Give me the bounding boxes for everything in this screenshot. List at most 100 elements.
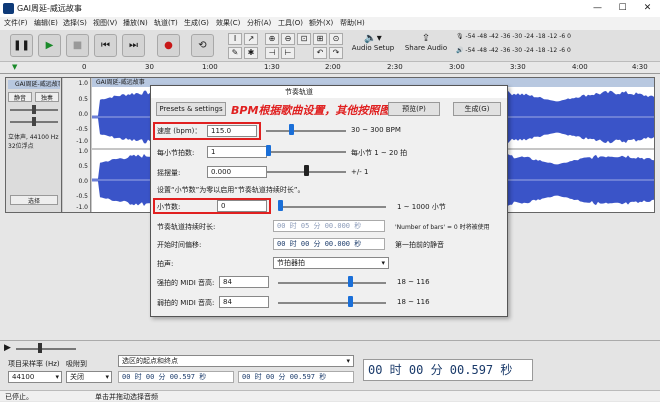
menu-transport[interactable]: 播放(N) bbox=[123, 18, 148, 28]
scale-label: -0.5 bbox=[76, 126, 88, 133]
selection-end-input[interactable]: 00 时 00 分 00.597 秒 bbox=[238, 371, 354, 383]
menu-generate[interactable]: 生成(G) bbox=[184, 18, 209, 28]
snap-value: 关闭 bbox=[70, 373, 84, 381]
swing-slider-thumb[interactable] bbox=[303, 165, 309, 176]
timeline-ruler[interactable]: ▼ 0 30 1:00 1:30 2:00 2:30 3:00 3:30 4:0… bbox=[0, 62, 660, 74]
duration-input[interactable]: 00 时 05 分 00.000 秒 bbox=[273, 220, 385, 232]
skip-end-button[interactable]: ⏭ bbox=[122, 34, 145, 57]
menu-file[interactable]: 文件(F) bbox=[4, 18, 28, 28]
ruler-tick: 2:30 bbox=[387, 63, 403, 71]
zoom-in-icon[interactable]: ⊕ bbox=[265, 33, 279, 45]
close-icon[interactable]: ✕ bbox=[635, 0, 660, 17]
scale-label: -0.5 bbox=[76, 193, 88, 200]
strong-pitch-thumb[interactable] bbox=[348, 276, 354, 287]
audio-setup-button[interactable]: 🔈▾ Audio Setup bbox=[350, 33, 396, 59]
record-meter[interactable]: 🎙 -54 -48 -42 -36 -30 -24 -18 -12 -6 0 bbox=[456, 33, 656, 45]
beat-sound-label: 拍声: bbox=[157, 260, 174, 268]
track-name[interactable]: GAI周延-威远故事 bbox=[8, 80, 60, 89]
play-speed-thumb[interactable] bbox=[38, 343, 42, 353]
maximize-icon[interactable]: ☐ bbox=[610, 0, 635, 17]
tempo-slider-thumb[interactable] bbox=[288, 124, 294, 135]
envelope-tool-icon[interactable]: ↗ bbox=[244, 33, 258, 45]
selection-start-input[interactable]: 00 时 00 分 00.597 秒 bbox=[118, 371, 234, 383]
beat-sound-select[interactable]: 节拍器拍 ▾ bbox=[273, 257, 389, 269]
stop-button[interactable]: ■ bbox=[66, 34, 89, 57]
bars-slider[interactable] bbox=[278, 206, 386, 208]
menu-analyze[interactable]: 分析(A) bbox=[247, 18, 271, 28]
snap-select[interactable]: 关闭 ▾ bbox=[66, 371, 112, 383]
play-button[interactable]: ▶ bbox=[38, 34, 61, 57]
duration-label: 节奏轨道持续时长: bbox=[157, 223, 216, 231]
bars-label: 小节数: bbox=[157, 203, 181, 211]
scale-label: 1.0 bbox=[78, 80, 88, 87]
selection-mode-value: 选区的起点和终点 bbox=[122, 357, 178, 365]
multi-tool-icon[interactable]: ✱ bbox=[244, 47, 258, 59]
menu-tracks[interactable]: 轨道(T) bbox=[154, 18, 178, 28]
ruler-tick: 3:30 bbox=[510, 63, 526, 71]
gain-thumb[interactable] bbox=[32, 105, 36, 114]
beats-slider-thumb[interactable] bbox=[266, 145, 271, 156]
weak-pitch-input[interactable]: 84 bbox=[219, 296, 269, 308]
menu-help[interactable]: 帮助(H) bbox=[340, 18, 365, 28]
fit-selection-icon[interactable]: ⊡ bbox=[297, 33, 311, 45]
menu-extra[interactable]: 额外(X) bbox=[309, 18, 333, 28]
zoom-out-icon[interactable]: ⊖ bbox=[281, 33, 295, 45]
menu-effect[interactable]: 效果(C) bbox=[216, 18, 240, 28]
strong-pitch-input[interactable]: 84 bbox=[219, 276, 269, 288]
preview-button[interactable]: 预览(P) bbox=[388, 102, 440, 116]
weak-pitch-thumb[interactable] bbox=[348, 296, 354, 307]
zoom-toggle-icon[interactable]: ⊙ bbox=[329, 33, 343, 45]
bars-hint: 设置“小节数”为零以启用“节奏轨道持续时长”。 bbox=[157, 186, 305, 194]
menu-view[interactable]: 视图(V) bbox=[93, 18, 117, 28]
presets-button[interactable]: Presets & settings bbox=[156, 102, 226, 116]
loop-button[interactable]: ⟲ bbox=[191, 34, 214, 57]
rate-select[interactable]: 44100 ▾ bbox=[8, 371, 62, 383]
offset-label: 开始时间偏移: bbox=[157, 241, 202, 249]
fit-project-icon[interactable]: ⊞ bbox=[313, 33, 327, 45]
silence-icon[interactable]: ⊢ bbox=[281, 47, 295, 59]
beats-label: 每小节拍数: bbox=[157, 149, 195, 157]
generate-button[interactable]: 生成(G) bbox=[453, 102, 501, 116]
beats-slider[interactable] bbox=[266, 151, 346, 153]
chevron-down-icon: ▾ bbox=[105, 373, 109, 381]
menu-edit[interactable]: 编辑(E) bbox=[34, 18, 58, 28]
tempo-slider[interactable] bbox=[266, 130, 346, 132]
skip-start-button[interactable]: ⏮ bbox=[94, 34, 117, 57]
selection-tool-icon[interactable]: I bbox=[228, 33, 242, 45]
menu-select[interactable]: 选择(S) bbox=[63, 18, 87, 28]
minimize-icon[interactable]: — bbox=[585, 0, 610, 17]
solo-button[interactable]: 独奏 bbox=[35, 92, 59, 102]
ruler-tick: 1:00 bbox=[202, 63, 218, 71]
undo-icon[interactable]: ↶ bbox=[313, 47, 327, 59]
vertical-scale[interactable]: 1.0 0.5 0.0 -0.5 -1.0 1.0 0.5 0.0 -0.5 -… bbox=[63, 78, 91, 212]
offset-input[interactable]: 00 时 00 分 00.000 秒 bbox=[273, 238, 385, 250]
bars-input[interactable]: 0 bbox=[217, 200, 267, 212]
draw-tool-icon[interactable]: ✎ bbox=[228, 47, 242, 59]
weak-pitch-slider[interactable] bbox=[278, 302, 386, 304]
chevron-down-icon: ▾ bbox=[55, 373, 59, 381]
share-audio-button[interactable]: ⇪ Share Audio bbox=[404, 33, 448, 59]
play-at-speed-icon[interactable]: ▶ bbox=[4, 343, 11, 353]
pause-button[interactable]: ❚❚ bbox=[10, 34, 33, 57]
select-track-button[interactable]: 选择 bbox=[10, 195, 58, 205]
strong-pitch-label: 强拍的 MIDI 音高: bbox=[157, 279, 215, 287]
snap-label: 吸附到 bbox=[66, 360, 87, 368]
beats-input[interactable]: 1 bbox=[207, 146, 267, 158]
pan-thumb[interactable] bbox=[32, 117, 36, 126]
selection-toolbar: ▶ 项目采样率 (Hz) 吸附到 44100 ▾ 关闭 ▾ 选区的起点和终点 ▾ 00… bbox=[0, 340, 660, 390]
redo-icon[interactable]: ↷ bbox=[329, 47, 343, 59]
time-display[interactable]: 00 时 00 分 00.597 秒 bbox=[363, 359, 533, 381]
swing-input[interactable]: 0.000 bbox=[207, 166, 267, 178]
play-speed-slider[interactable] bbox=[16, 348, 76, 350]
trim-icon[interactable]: ⊣ bbox=[265, 47, 279, 59]
rhythm-track-dialog: 节奏轨道 Presets & settings BPM根据歌曲设置，其他按照图设… bbox=[150, 85, 508, 317]
dialog-title: 节奏轨道 bbox=[151, 86, 507, 98]
tempo-input[interactable]: 115.0 bbox=[207, 125, 257, 137]
selection-mode-select[interactable]: 选区的起点和终点 ▾ bbox=[118, 355, 354, 367]
bars-slider-thumb[interactable] bbox=[278, 200, 283, 211]
playback-meter[interactable]: 🔊 -54 -48 -42 -36 -30 -24 -18 -12 -6 0 bbox=[456, 47, 656, 59]
menu-tools[interactable]: 工具(O) bbox=[278, 18, 303, 28]
record-button[interactable]: ● bbox=[157, 34, 180, 57]
mute-button[interactable]: 静音 bbox=[8, 92, 32, 102]
strong-pitch-slider[interactable] bbox=[278, 282, 386, 284]
